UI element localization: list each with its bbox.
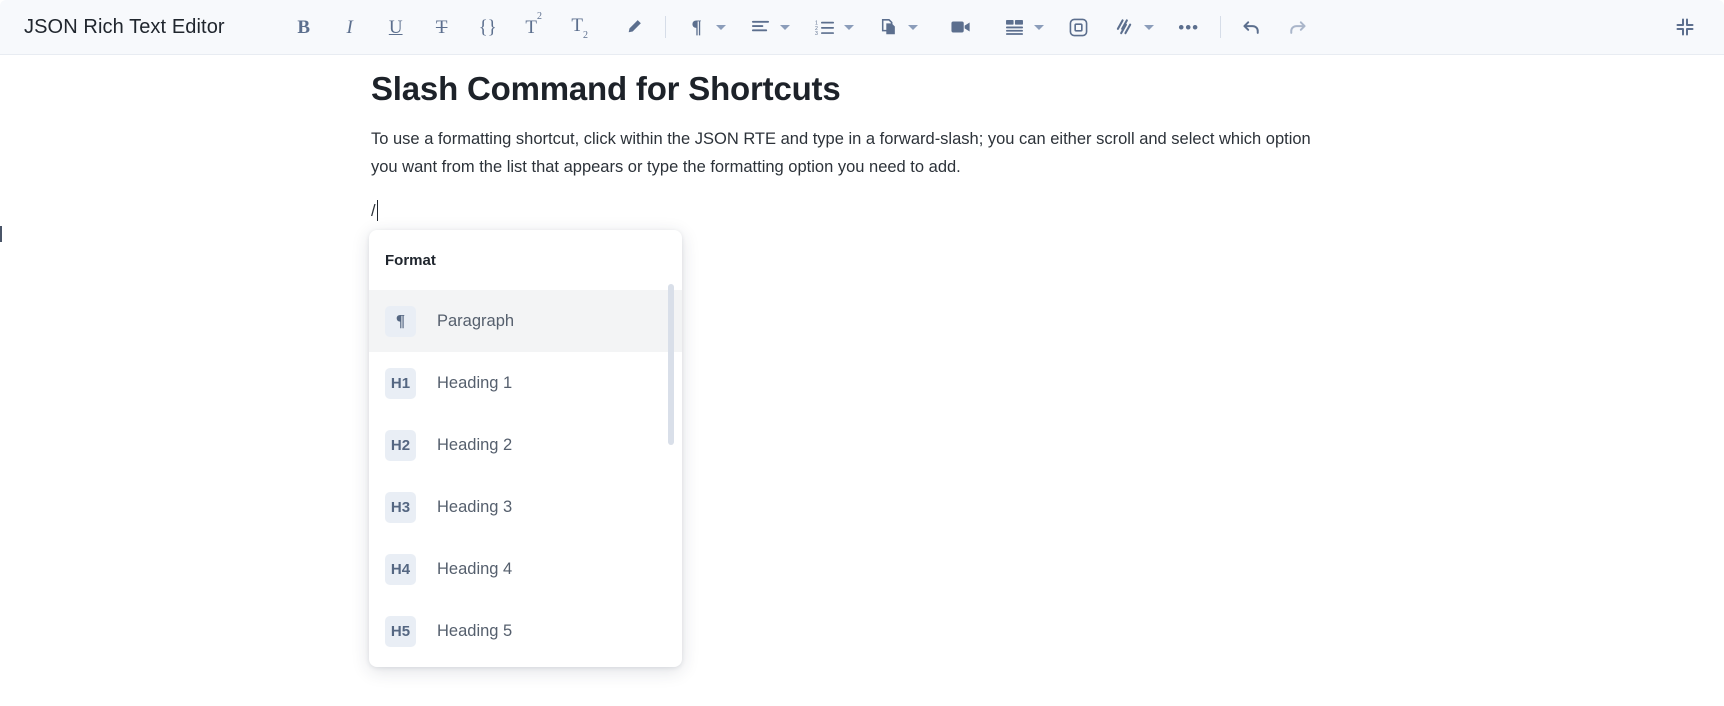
slash-menu-item-heading-2[interactable]: H2 Heading 2 <box>369 414 682 476</box>
text-align-control[interactable] <box>744 10 796 44</box>
slash-menu-item-heading-3[interactable]: H3 Heading 3 <box>369 476 682 538</box>
copy-icon <box>881 19 895 35</box>
code-button[interactable]: {} <box>471 10 505 44</box>
slash-input-line[interactable]: / <box>371 198 1331 224</box>
paragraph-format-control[interactable]: ¶ <box>680 10 732 44</box>
subscript-exponent: 2 <box>582 30 588 42</box>
pilcrow-icon: ¶ <box>385 305 416 337</box>
h3-icon: H3 <box>385 491 416 523</box>
h1-icon: H1 <box>385 367 416 399</box>
subscript-icon: T2 <box>571 14 588 42</box>
code-icon: {} <box>478 16 497 38</box>
link-slash-button[interactable] <box>1108 10 1142 44</box>
superscript-icon: T2 <box>525 12 542 38</box>
ellipsis-icon: ••• <box>1178 17 1200 37</box>
strikethrough-button[interactable]: T <box>425 10 459 44</box>
h4-icon: H4 <box>385 553 416 585</box>
slash-menu-item-heading-1[interactable]: H1 Heading 1 <box>369 352 682 414</box>
more-options-button[interactable]: ••• <box>1172 10 1206 44</box>
subscript-button[interactable]: T2 <box>563 10 597 44</box>
pilcrow-icon: ¶ <box>691 16 702 38</box>
chevron-down-icon[interactable] <box>907 24 918 30</box>
redo-button[interactable] <box>1281 10 1315 44</box>
copy-paste-button[interactable] <box>872 10 906 44</box>
chevron-down-icon[interactable] <box>1033 24 1044 30</box>
bold-icon: B <box>297 16 311 38</box>
slash-menu-item-label: Heading 1 <box>437 373 513 392</box>
align-left-icon <box>752 20 770 32</box>
chevron-down-icon[interactable] <box>779 24 790 30</box>
collapse-fullscreen-icon <box>1676 18 1694 36</box>
video-button[interactable] <box>944 10 978 44</box>
superscript-exponent: 2 <box>536 11 542 23</box>
slash-command-menu[interactable]: Format ¶ Paragraph H1 Heading 1 H2 Headi… <box>369 230 682 667</box>
ordered-list-control[interactable]: 1 2 3 <box>808 10 860 44</box>
superscript-button[interactable]: T2 <box>517 10 551 44</box>
document-canvas[interactable]: Slash Command for Shortcuts To use a for… <box>0 55 1724 706</box>
slash-menu-list[interactable]: ¶ Paragraph H1 Heading 1 H2 Heading 2 H3… <box>369 290 682 667</box>
h2-icon: H2 <box>385 429 416 461</box>
h5-icon: H5 <box>385 615 416 647</box>
editor-toolbar: JSON Rich Text Editor B I U T {} T2 T2 ¶… <box>0 0 1724 55</box>
slash-menu-item-heading-5[interactable]: H5 Heading 5 <box>369 600 682 662</box>
slash-menu-item-label: Heading 4 <box>437 559 513 578</box>
superscript-base: T <box>525 16 537 38</box>
slash-menu-item-heading-4[interactable]: H4 Heading 4 <box>369 538 682 600</box>
editor-window: JSON Rich Text Editor B I U T {} T2 T2 ¶… <box>0 0 1724 706</box>
copy-paste-control[interactable] <box>872 10 924 44</box>
strikethrough-icon: T <box>435 16 448 38</box>
slash-menu-scrollbar[interactable] <box>668 284 674 445</box>
redo-icon <box>1290 20 1306 34</box>
table-button[interactable] <box>998 10 1032 44</box>
left-edge-caret-marker <box>0 226 2 242</box>
app-title: JSON Rich Text Editor <box>24 15 225 38</box>
slash-menu-item-label: Heading 5 <box>437 621 513 640</box>
italic-button[interactable]: I <box>333 10 367 44</box>
undo-button[interactable] <box>1235 10 1269 44</box>
paragraph-format-button[interactable]: ¶ <box>680 10 714 44</box>
subscript-base: T <box>571 14 583 36</box>
highlight-pen-button[interactable] <box>617 10 651 44</box>
pen-icon <box>628 20 641 33</box>
toolbar-button-group: B I U T {} T2 T2 ¶ 1 2 3 ••• <box>287 10 1315 44</box>
italic-icon: I <box>346 16 353 38</box>
toolbar-divider <box>1219 16 1221 38</box>
text-cursor <box>376 200 379 222</box>
embed-icon <box>1069 18 1088 36</box>
ordered-list-button[interactable]: 1 2 3 <box>808 10 842 44</box>
embed-button[interactable] <box>1062 10 1096 44</box>
page-title: Slash Command for Shortcuts <box>371 70 841 107</box>
text-align-button[interactable] <box>744 10 778 44</box>
chevron-down-icon[interactable] <box>843 24 854 30</box>
slash-menu-item-label: Paragraph <box>437 311 515 330</box>
slash-character: / <box>371 201 376 220</box>
svg-text:3: 3 <box>815 31 818 36</box>
collapse-fullscreen-button[interactable] <box>1668 10 1702 44</box>
slash-menu-item-label: Heading 3 <box>437 497 513 516</box>
chevron-down-icon[interactable] <box>1143 24 1154 30</box>
slash-menu-header: Format <box>385 251 436 269</box>
link-slash-control[interactable] <box>1108 10 1160 44</box>
underline-button[interactable]: U <box>379 10 413 44</box>
bold-button[interactable]: B <box>287 10 321 44</box>
link-slash-icon <box>1117 19 1132 35</box>
table-control[interactable] <box>998 10 1050 44</box>
slash-menu-item-label: Heading 2 <box>437 435 513 454</box>
table-icon <box>1006 19 1024 35</box>
intro-paragraph: To use a formatting shortcut, click with… <box>371 130 1311 176</box>
video-camera-icon <box>951 21 970 33</box>
chevron-down-icon[interactable] <box>715 24 726 30</box>
toolbar-divider <box>664 16 666 38</box>
slash-menu-item-paragraph[interactable]: ¶ Paragraph <box>369 290 682 352</box>
document-content[interactable]: Slash Command for Shortcuts To use a for… <box>371 68 1331 224</box>
underline-icon: U <box>388 16 403 38</box>
numbered-list-icon: 1 2 3 <box>815 20 834 36</box>
undo-icon <box>1243 20 1259 34</box>
